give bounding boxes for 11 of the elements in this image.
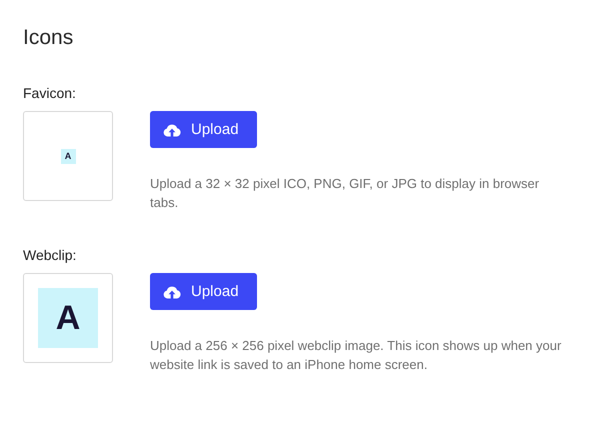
logo-tile: A (38, 288, 98, 348)
upload-button[interactable]: Upload (150, 111, 257, 148)
field-label: Webclip: (23, 246, 78, 264)
field-label: Favicon: (23, 84, 77, 102)
help-text: Upload a 32 × 32 pixel ICO, PNG, GIF, or JPG to display in browser tabs. (150, 175, 540, 212)
section-title: Icons (23, 25, 74, 51)
help-text: Upload a 256 × 256 pixel webclip image. This icon shows up when your website link is saved to an iPhone home screen. (150, 337, 562, 374)
cloud-upload-icon (163, 284, 181, 298)
logo-tile: A (60, 148, 76, 164)
cloud-upload-icon (163, 122, 181, 136)
upload-button[interactable]: Upload (150, 273, 257, 310)
